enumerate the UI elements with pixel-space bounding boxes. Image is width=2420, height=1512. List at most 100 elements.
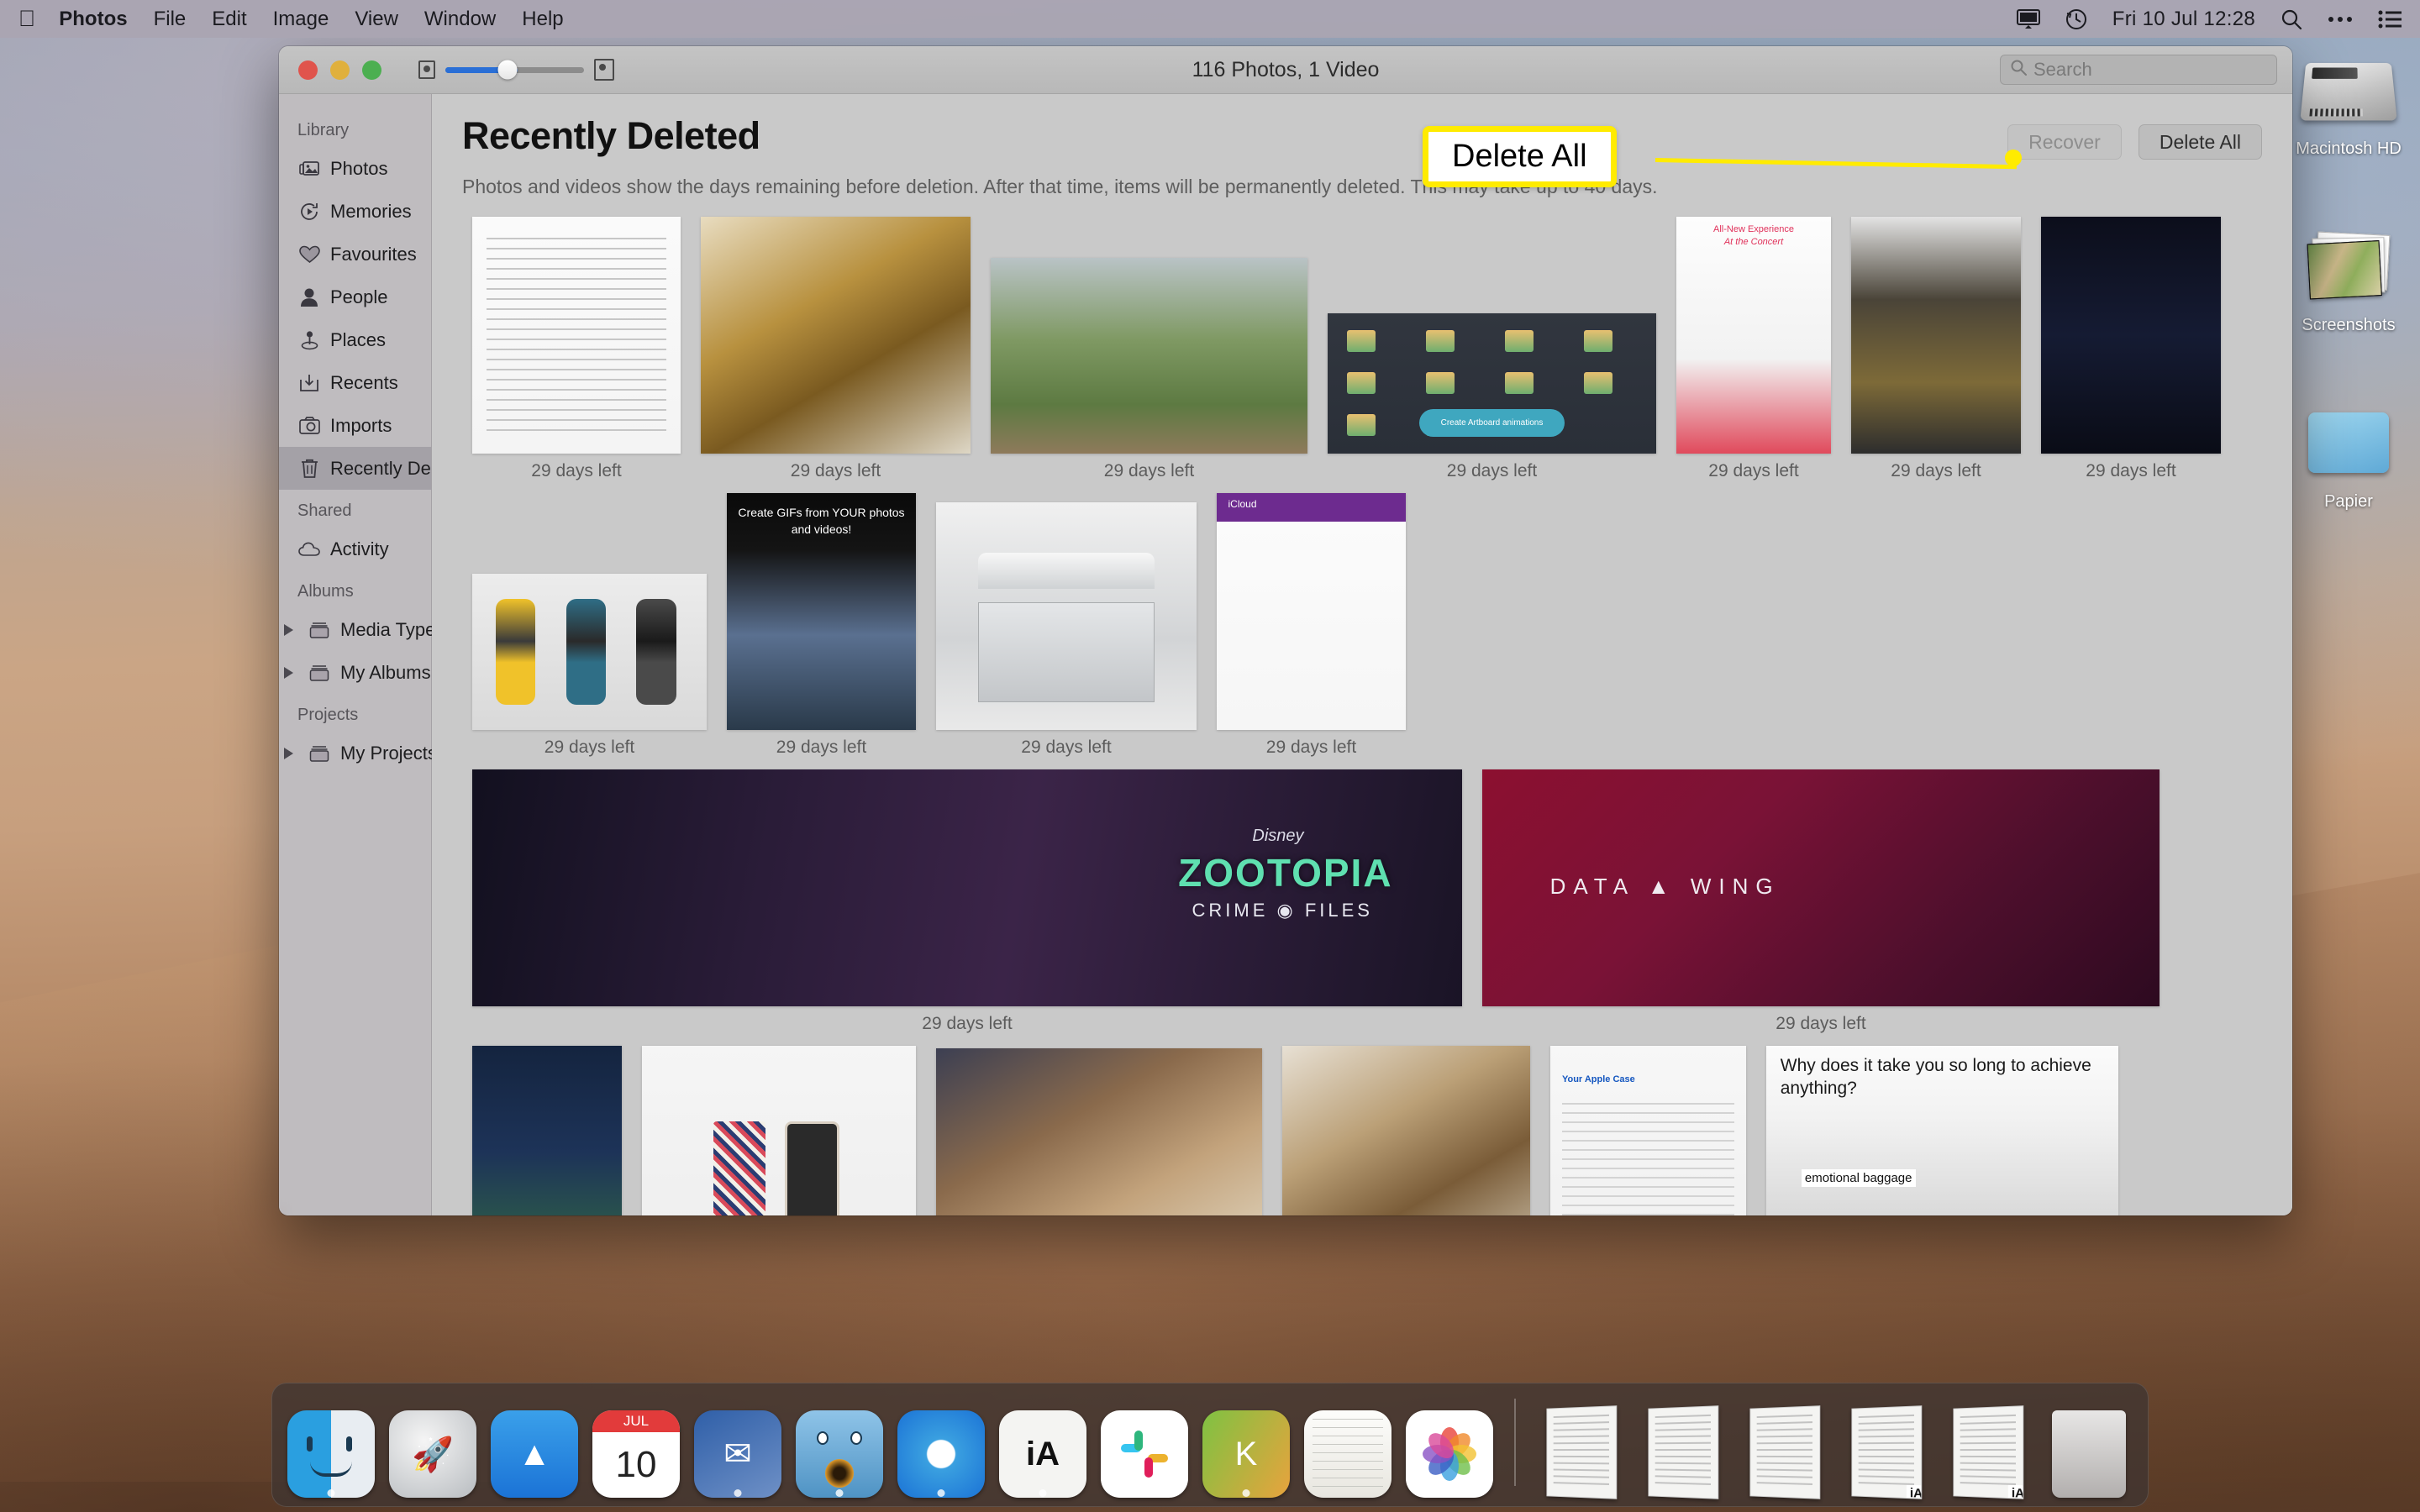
thumbnail-size-slider[interactable]: [418, 59, 614, 81]
control-center-icon[interactable]: [2378, 10, 2402, 29]
photo-grid-item[interactable]: Create GIFs from YOUR photos and videos!…: [727, 493, 916, 758]
photo-grid-item[interactable]: Create Artboard animations29 days left: [1328, 217, 1656, 481]
delete-all-button[interactable]: Delete All: [2139, 124, 2262, 160]
photo-thumbnail[interactable]: [1282, 1046, 1530, 1215]
menu-item-window[interactable]: Window: [424, 8, 496, 31]
sidebar-item-memories[interactable]: Memories: [279, 190, 431, 233]
photo-grid-item[interactable]: 29 days left: [1282, 1046, 1530, 1215]
photo-grid-item[interactable]: 29 days left: [1851, 217, 2021, 481]
photo-thumbnail[interactable]: [472, 574, 707, 730]
window-title-bar[interactable]: 116 Photos, 1 Video Search: [279, 46, 2292, 94]
photo-grid-item[interactable]: 29 days left: [991, 217, 1307, 481]
slider-knob[interactable]: [498, 60, 518, 80]
photo-thumbnail[interactable]: [642, 1046, 916, 1215]
apple-logo-icon[interactable]: : [18, 8, 35, 30]
sidebar-item-my-albums[interactable]: My Albums: [279, 651, 431, 694]
dock-minimized-document-window-3[interactable]: [1737, 1392, 1831, 1498]
photo-grid-item[interactable]: DATA ▲ WING29 days left: [1482, 769, 2160, 1034]
sidebar-item-activity[interactable]: Activity: [279, 528, 431, 570]
dock-minimized-document-window-2[interactable]: [1635, 1392, 1729, 1498]
dock-item-transmission[interactable]: [792, 1392, 886, 1498]
airplay-display-icon[interactable]: [2017, 9, 2040, 29]
sidebar-item-photos[interactable]: Photos: [279, 147, 431, 190]
desktop-icon-screenshots[interactable]: Screenshots: [2286, 220, 2412, 335]
menu-item-image[interactable]: Image: [273, 8, 329, 31]
time-machine-icon[interactable]: [2065, 8, 2087, 30]
chevron-right-icon[interactable]: [284, 748, 293, 759]
photo-thumbnail[interactable]: ZOOTOPIACRIME ◉ FILESDisney: [472, 769, 1462, 1006]
sidebar-item-imports[interactable]: Imports: [279, 404, 431, 447]
dock-minimized-ia-writer-doc-1[interactable]: iA: [1839, 1392, 1933, 1498]
photo-thumbnail[interactable]: [936, 1048, 1262, 1215]
menu-bar-clock[interactable]: Fri 10 Jul 12:28: [2112, 8, 2255, 31]
chevron-right-icon[interactable]: [284, 624, 293, 636]
photo-thumbnail[interactable]: Your Apple Case: [1550, 1046, 1746, 1215]
photo-thumbnail[interactable]: Create Artboard animations: [1328, 313, 1656, 454]
sidebar-item-recents[interactable]: Recents: [279, 361, 431, 404]
photo-grid-item[interactable]: iCloud29 days left: [1217, 493, 1406, 758]
menu-item-photos[interactable]: Photos: [59, 8, 127, 31]
dock-item-trash[interactable]: [2042, 1392, 2136, 1498]
dock-item-app-store[interactable]: ▲: [487, 1392, 581, 1498]
minimize-window-button[interactable]: [330, 60, 350, 80]
photo-thumbnail[interactable]: iCloud: [1217, 493, 1406, 730]
photo-thumbnail[interactable]: Why does it take you so long to achieve …: [1766, 1046, 2118, 1215]
chevron-right-icon[interactable]: [284, 667, 293, 679]
photo-thumbnail[interactable]: [1851, 217, 2021, 454]
photo-thumbnail[interactable]: [991, 258, 1307, 454]
photo-thumbnail[interactable]: DATA ▲ WING: [1482, 769, 2160, 1006]
dock-minimized-document-window-1[interactable]: [1534, 1392, 1628, 1498]
kindle-icon: K: [1202, 1410, 1290, 1498]
close-window-button[interactable]: [298, 60, 318, 80]
menu-item-file[interactable]: File: [154, 8, 187, 31]
sidebar-item-people[interactable]: People: [279, 276, 431, 318]
dock-item-notes[interactable]: [1301, 1392, 1395, 1498]
photo-grid-item[interactable]: 29 days left: [472, 493, 707, 758]
photo-thumbnail[interactable]: [472, 217, 681, 454]
dock-item-safari[interactable]: [894, 1392, 988, 1498]
dock-item-launchpad[interactable]: 🚀: [386, 1392, 480, 1498]
sidebar-item-places[interactable]: Places: [279, 318, 431, 361]
photo-grid-item[interactable]: 29 days left: [2041, 217, 2221, 481]
photo-grid-item[interactable]: All-New ExperienceAt the Concert29 days …: [1676, 217, 1831, 481]
spotlight-search-icon[interactable]: [2281, 8, 2302, 30]
sidebar-item-media-types[interactable]: Media Types: [279, 608, 431, 651]
dock-item-finder[interactable]: [284, 1392, 378, 1498]
search-field[interactable]: Search: [2000, 55, 2277, 85]
photo-grid-item[interactable]: 29 days left: [642, 1046, 916, 1215]
dock-item-photos[interactable]: [1402, 1392, 1497, 1498]
photo-grid-item[interactable]: 29 days left: [936, 493, 1197, 758]
dock-item-thunderbird[interactable]: ✉: [691, 1392, 785, 1498]
blue-document-icon: [2286, 396, 2412, 489]
dock-item-kindle[interactable]: K: [1199, 1392, 1293, 1498]
sidebar-item-my-projects[interactable]: My Projects: [279, 732, 431, 774]
desktop-icon-macintosh-hd[interactable]: Macintosh HD: [2286, 44, 2412, 159]
sidebar-item-favourites[interactable]: Favourites: [279, 233, 431, 276]
photo-grid-item[interactable]: 29 days left: [472, 1046, 622, 1215]
photo-grid-item[interactable]: 29 days left: [701, 217, 971, 481]
desktop-icon-papier[interactable]: Papier: [2286, 396, 2412, 512]
photo-thumbnail[interactable]: [701, 217, 971, 454]
menu-item-view[interactable]: View: [355, 8, 398, 31]
recover-button[interactable]: Recover: [2007, 124, 2122, 160]
photo-thumbnail[interactable]: All-New ExperienceAt the Concert: [1676, 217, 1831, 454]
photo-grid-item[interactable]: Why does it take you so long to achieve …: [1766, 1046, 2118, 1215]
ellipsis-icon[interactable]: [2328, 15, 2353, 24]
dock-item-calendar[interactable]: JUL10: [589, 1392, 683, 1498]
menu-item-help[interactable]: Help: [522, 8, 563, 31]
photo-thumbnail[interactable]: [936, 502, 1197, 730]
photo-grid-item[interactable]: Your Apple Case29 days left: [1550, 1046, 1746, 1215]
slider-track[interactable]: [445, 67, 584, 73]
photo-grid-item[interactable]: ZOOTOPIACRIME ◉ FILESDisney29 days left: [472, 769, 1462, 1034]
zoom-window-button[interactable]: [362, 60, 381, 80]
photo-thumbnail[interactable]: [2041, 217, 2221, 454]
photo-grid-item[interactable]: 29 days left: [472, 217, 681, 481]
dock-item-slack[interactable]: [1097, 1392, 1192, 1498]
photo-grid-item[interactable]: 29 days left: [936, 1046, 1262, 1215]
photo-thumbnail[interactable]: [472, 1046, 622, 1215]
photo-thumbnail[interactable]: Create GIFs from YOUR photos and videos!: [727, 493, 916, 730]
dock-minimized-ia-writer-doc-2[interactable]: iA: [1940, 1392, 2034, 1498]
menu-item-edit[interactable]: Edit: [212, 8, 246, 31]
dock-item-ia-writer[interactable]: iA: [996, 1392, 1090, 1498]
sidebar-item-recently-deleted[interactable]: Recently Deleted: [279, 447, 431, 490]
